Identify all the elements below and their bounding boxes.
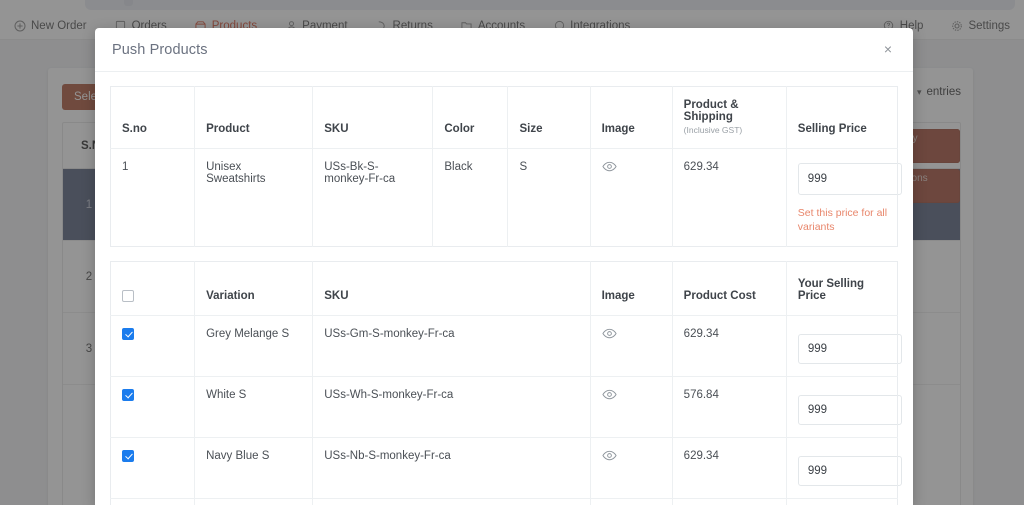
table-row: White S USs-Wh-S-monkey-Fr-ca 576.84 999: [110, 376, 902, 439]
col-variation-image: Image: [590, 261, 673, 317]
cell-price: 999: [786, 437, 902, 500]
close-icon[interactable]: ×: [879, 40, 897, 58]
cell-variation: White S: [194, 376, 314, 439]
cell-image[interactable]: [590, 437, 673, 500]
cell-cost: 576.84: [672, 376, 787, 439]
product-table-header-row: S.no Product SKU Color Size Image Produc…: [110, 86, 898, 149]
push-products-modal: Push Products × S.no Product SKU Color S…: [95, 28, 913, 505]
cell-sku: USs-Wh-S-monkey-Fr-ca: [312, 376, 591, 439]
variation-price-input[interactable]: 999: [797, 334, 902, 365]
eye-icon[interactable]: [601, 389, 617, 400]
eye-icon[interactable]: [601, 450, 617, 461]
selling-price-input[interactable]: 999: [797, 163, 902, 195]
variation-table: Variation SKU Image Product Cost Your Se…: [110, 261, 902, 505]
col-product: Product: [194, 86, 314, 149]
table-row: Coral S USs-Cor-S-monkey-Fr-ca 629.34 99…: [110, 498, 898, 505]
cell-variation: Navy Blue S: [194, 437, 314, 500]
cell-image[interactable]: [590, 376, 673, 439]
col-your-selling-price: Your Selling Price: [786, 261, 898, 317]
cell-size: S: [507, 148, 591, 247]
cell-price: 999: [786, 315, 902, 378]
variation-price-input[interactable]: 999: [797, 456, 902, 487]
product-summary-table: S.no Product SKU Color Size Image Produc…: [110, 86, 902, 248]
col-image: Image: [590, 86, 673, 149]
col-sno: S.no: [110, 86, 196, 149]
cell-image[interactable]: [590, 315, 673, 378]
col-sku: SKU: [312, 86, 434, 149]
row-checkbox[interactable]: [122, 389, 134, 402]
cell-cost: 629.34: [672, 315, 787, 378]
col-selling-price: Selling Price: [786, 86, 898, 149]
cell-cost: 629.34: [672, 148, 787, 247]
cell-checkbox[interactable]: [110, 376, 196, 439]
set-price-for-all-variants-link[interactable]: Set this price for all variants: [798, 206, 894, 234]
row-checkbox[interactable]: [122, 450, 134, 463]
variation-price-input[interactable]: 999: [797, 395, 902, 426]
cell-sku: USs-Gm-S-monkey-Fr-ca: [312, 315, 591, 378]
cell-selling-price: 999 Set this price for all variants: [786, 149, 902, 247]
cell-color: Black: [432, 148, 509, 247]
col-product-shipping-label: Product & Shipping: [683, 99, 739, 123]
table-gap: [110, 247, 898, 261]
cell-sku: USs-Bk-S-monkey-Fr-ca: [312, 148, 434, 247]
cell-product: Unisex Sweatshirts: [194, 148, 314, 247]
col-variation-sku: SKU: [312, 261, 591, 317]
cell-cost: 629.34: [672, 437, 787, 500]
col-color: Color: [432, 86, 509, 149]
cell-sku: USs-Cor-S-monkey-Fr-ca: [312, 498, 591, 505]
modal-title: Push Products: [112, 41, 208, 58]
col-product-shipping: Product & Shipping (Inclusive GST): [672, 86, 787, 149]
cell-price: 999: [786, 498, 898, 505]
cell-image[interactable]: [590, 498, 673, 505]
col-select-all[interactable]: [110, 261, 196, 317]
cell-variation: Grey Melange S: [194, 315, 314, 378]
cell-sku: USs-Nb-S-monkey-Fr-ca: [312, 437, 591, 500]
modal-header: Push Products ×: [95, 28, 913, 72]
col-product-shipping-sublabel: (Inclusive GST): [683, 125, 743, 135]
cell-variation: Coral S: [194, 498, 314, 505]
cell-sno: 1: [110, 148, 196, 247]
table-row: 1 Unisex Sweatshirts USs-Bk-S-monkey-Fr-…: [110, 148, 902, 247]
modal-body: S.no Product SKU Color Size Image Produc…: [95, 72, 913, 505]
cell-checkbox[interactable]: [110, 437, 196, 500]
col-size: Size: [507, 86, 591, 149]
cell-cost: 629.34: [672, 498, 787, 505]
cell-checkbox[interactable]: [110, 498, 196, 505]
variation-table-header-row: Variation SKU Image Product Cost Your Se…: [110, 261, 898, 317]
row-checkbox[interactable]: [122, 328, 134, 341]
table-row: Navy Blue S USs-Nb-S-monkey-Fr-ca 629.34…: [110, 437, 902, 500]
eye-icon[interactable]: [601, 161, 617, 172]
cell-price: 999: [786, 376, 902, 439]
cell-checkbox[interactable]: [110, 315, 196, 378]
col-variation: Variation: [194, 261, 314, 317]
select-all-checkbox[interactable]: [122, 290, 134, 303]
col-product-cost: Product Cost: [672, 261, 787, 317]
cell-image[interactable]: [590, 148, 673, 247]
screen-root: New Order Orders Products Payment: [0, 0, 1024, 505]
table-row: Grey Melange S USs-Gm-S-monkey-Fr-ca 629…: [110, 315, 902, 378]
eye-icon[interactable]: [601, 328, 617, 339]
